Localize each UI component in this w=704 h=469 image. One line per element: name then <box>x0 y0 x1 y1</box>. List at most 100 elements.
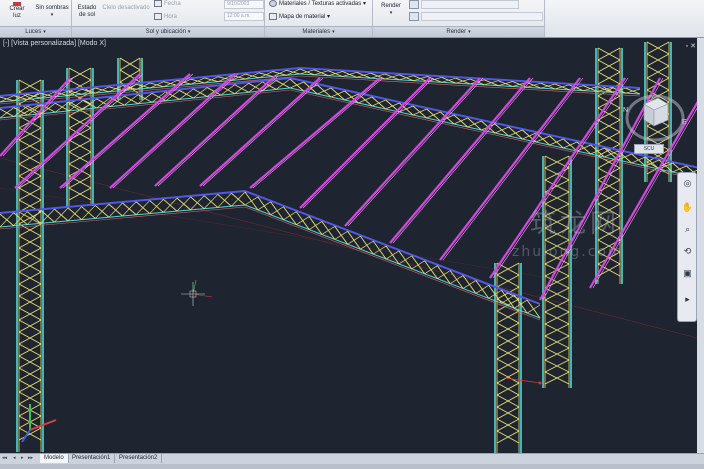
sky-label: Cielo desactivado <box>102 5 150 11</box>
truss-web <box>437 270 451 279</box>
viewcube-east-label: E <box>682 119 687 126</box>
panel-expand-icon: ▾ <box>332 29 335 35</box>
tab-layout2[interactable]: Presentación2 <box>115 454 163 463</box>
lights-panel-title[interactable]: Luces ▾ <box>0 26 71 37</box>
materials-panel-title[interactable]: Materiales ▾ <box>265 26 372 37</box>
materials-textures-button[interactable]: Materiales / Texturas activadas ▾ <box>269 0 366 8</box>
truss-web <box>330 90 345 98</box>
orbit-icon[interactable]: ⟲ <box>681 245 694 258</box>
autocad-window: Crear luz Sin sombras ▾ Luces ▾ Estado de… <box>0 0 704 469</box>
tab-layout1[interactable]: Presentación1 <box>68 454 116 463</box>
showmotion-icon[interactable]: ▣ <box>681 267 694 280</box>
tab-last-icon[interactable]: ▸▸ <box>28 455 33 461</box>
truss-web <box>526 82 541 88</box>
tab-next-icon[interactable]: ▸ <box>21 455 24 461</box>
purlin-edge <box>392 77 534 244</box>
dimension-marker <box>504 377 541 384</box>
sun-panel-title-text: Sol y ubicación <box>145 29 186 35</box>
render-panel-title[interactable]: Render ▾ <box>373 26 544 37</box>
truss-web <box>554 84 570 90</box>
sun-panel-title[interactable]: Sol y ubicación ▾ <box>72 26 264 37</box>
truss-web <box>467 120 482 128</box>
truss-web <box>217 192 232 208</box>
crosshair-cursor <box>181 279 213 306</box>
material-sphere-icon <box>269 0 277 7</box>
truss-web <box>441 77 456 83</box>
truss-web <box>108 202 123 218</box>
truss-web <box>631 156 646 164</box>
tab-prev-icon[interactable]: ◂ <box>13 455 16 461</box>
purlin-edge <box>112 73 239 189</box>
truss-web <box>385 102 400 110</box>
truss-web <box>399 75 414 81</box>
truss-web <box>413 76 428 82</box>
purlin-edge <box>347 77 484 227</box>
truss-web <box>257 201 271 211</box>
truss-web <box>190 195 205 211</box>
date-field[interactable]: 9/10/2003 <box>224 0 264 9</box>
navbar-menu-icon[interactable]: ▸ <box>681 293 694 306</box>
sun-status-button[interactable]: Estado de sol <box>76 5 98 19</box>
truss-web <box>526 304 541 314</box>
render-preset-field[interactable] <box>421 0 519 9</box>
truss-top-chord <box>244 190 541 305</box>
render-window-icon[interactable] <box>409 12 419 21</box>
viewport-controls[interactable]: ▫ ✕ <box>686 42 696 50</box>
truss-web <box>455 78 471 84</box>
time-field[interactable]: 12:00 a.m. <box>224 12 264 21</box>
viewcube[interactable]: E N <box>622 82 688 148</box>
shadows-button[interactable]: Sin sombras ▾ <box>34 5 70 19</box>
navigation-bar: ◎ ✋ ⌕ ⟲ ▣ ▸ <box>677 172 697 322</box>
render-button[interactable]: Render ▾ <box>377 3 405 17</box>
clock-icon <box>154 13 162 20</box>
truss-web <box>95 203 110 219</box>
viewport-label[interactable]: [-] [Vista personalizada] [Modo X] <box>3 40 106 47</box>
sun-status-label: Estado de sol <box>77 5 97 18</box>
truss-web <box>498 81 513 87</box>
render-label: Render <box>381 3 401 9</box>
zoom-icon[interactable]: ⌕ <box>681 223 694 236</box>
purlin-edge <box>302 77 434 209</box>
truss-web <box>135 200 150 216</box>
truss-web <box>462 280 477 289</box>
material-map-button[interactable]: Mapa de material ▾ <box>269 13 330 21</box>
steering-wheel-icon[interactable]: ◎ <box>681 177 694 190</box>
materials-panel: Materiales / Texturas activadas ▾ Mapa d… <box>265 0 373 37</box>
render-output-field[interactable] <box>421 12 543 21</box>
truss-web <box>342 71 357 77</box>
sky-button[interactable]: Cielo desactivado <box>102 5 150 12</box>
truss-web <box>314 70 329 76</box>
truss-web <box>244 196 259 206</box>
truss-web <box>412 108 427 116</box>
truss-web <box>370 73 386 79</box>
ucs-icon <box>21 404 57 443</box>
chevron-down-icon: ▾ <box>362 1 366 8</box>
sun-panel: Estado de sol Cielo desactivado Fecha 9/… <box>72 0 265 37</box>
status-bar <box>0 464 704 469</box>
truss-web <box>508 129 523 137</box>
truss-web <box>549 138 564 146</box>
truss-web <box>540 83 556 89</box>
purlin <box>299 77 431 209</box>
drawing-viewport[interactable]: [-] [Vista personalizada] [Modo X] ▫ ✕ 筑… <box>0 38 704 453</box>
purlin <box>389 77 531 244</box>
tab-model[interactable]: Modelo <box>40 454 69 463</box>
hand-icon[interactable]: ✋ <box>681 201 694 214</box>
wcs-dropdown[interactable]: SCU <box>634 144 664 154</box>
truss-web <box>373 245 387 255</box>
create-light-button[interactable]: Crear luz <box>6 2 28 20</box>
tab-first-icon[interactable]: ◂◂ <box>2 455 7 461</box>
vertical-scrollbar[interactable] <box>697 38 704 453</box>
truss-web <box>426 111 441 119</box>
truss-web <box>494 126 509 134</box>
truss-web <box>356 72 371 78</box>
truss-web <box>203 194 219 209</box>
truss-web <box>424 265 438 275</box>
truss-web <box>328 71 343 77</box>
truss-web <box>453 117 468 125</box>
truss-web <box>122 201 137 217</box>
render-region-icon[interactable] <box>409 0 419 9</box>
panel-expand-icon: ▾ <box>468 29 471 35</box>
purlin-group <box>0 73 697 301</box>
truss-web <box>0 212 14 228</box>
